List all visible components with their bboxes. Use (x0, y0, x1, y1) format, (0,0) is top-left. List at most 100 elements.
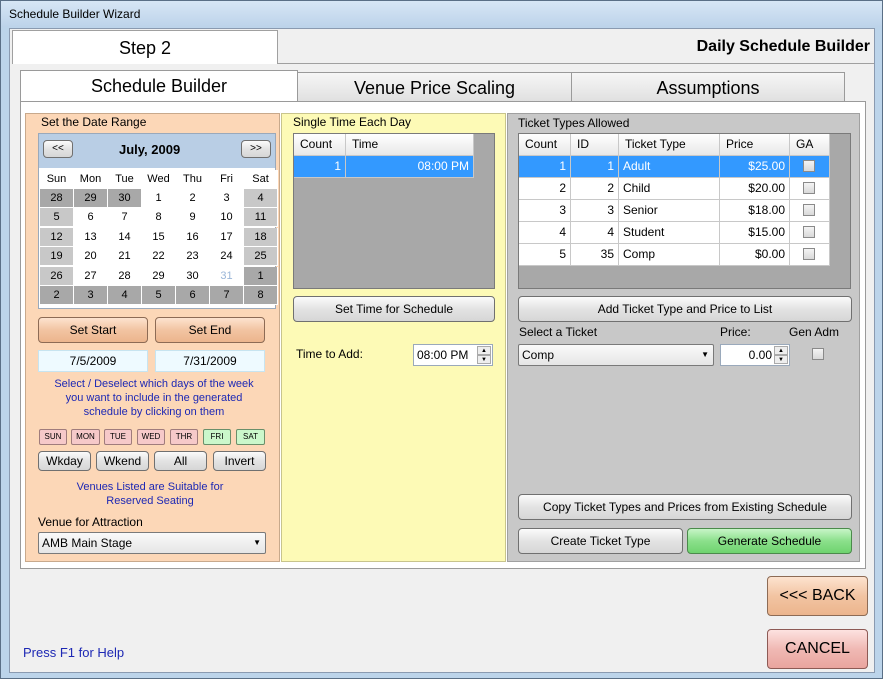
calendar-day[interactable]: 29 (142, 266, 176, 286)
calendar-day[interactable]: 28 (108, 266, 142, 286)
ga-checkbox[interactable] (803, 182, 815, 194)
add-ticket-button[interactable]: Add Ticket Type and Price to List (518, 296, 852, 322)
create-ticket-type-button[interactable]: Create Ticket Type (518, 528, 683, 554)
day-toggle-wed[interactable]: WED (137, 429, 165, 445)
calendar-day[interactable]: 8 (244, 286, 278, 305)
calendar-day[interactable]: 6 (74, 208, 108, 228)
ticket-cell-type[interactable]: Child (619, 178, 720, 200)
set-end-button[interactable]: Set End (155, 317, 265, 343)
calendar-day[interactable]: 4 (108, 286, 142, 305)
ticket-cell-id[interactable]: 3 (571, 200, 619, 222)
day-toggle-sun[interactable]: SUN (39, 429, 67, 445)
calendar-day[interactable]: 25 (244, 247, 278, 267)
spin-down-icon[interactable]: ▼ (477, 355, 491, 364)
calendar-day[interactable]: 27 (74, 266, 108, 286)
calendar-day[interactable]: 10 (210, 208, 244, 228)
day-toggle-thr[interactable]: THR (170, 429, 198, 445)
end-date-field[interactable]: 7/31/2009 (155, 350, 265, 372)
times-cell-time[interactable]: 08:00 PM (346, 156, 474, 178)
price-input[interactable]: 0.00 ▲ ▼ (720, 344, 790, 366)
ticket-cell-price[interactable]: $20.00 (720, 178, 790, 200)
calendar-day[interactable]: 12 (40, 227, 74, 247)
set-time-button[interactable]: Set Time for Schedule (293, 296, 495, 322)
times-cell-count[interactable]: 1 (294, 156, 346, 178)
gen-adm-checkbox[interactable] (812, 348, 824, 360)
ticket-cell-type[interactable]: Senior (619, 200, 720, 222)
spin-down-icon[interactable]: ▼ (774, 355, 788, 364)
calendar-day[interactable]: 14 (108, 227, 142, 247)
time-to-add-input[interactable]: 08:00 PM ▲ ▼ (413, 344, 493, 366)
generate-schedule-button[interactable]: Generate Schedule (687, 528, 852, 554)
ticket-cell-type[interactable]: Comp (619, 244, 720, 266)
calendar-day[interactable]: 9 (176, 208, 210, 228)
start-date-field[interactable]: 7/5/2009 (38, 350, 148, 372)
prev-month-button[interactable]: << (43, 140, 73, 158)
invert-days-button[interactable]: Invert (213, 451, 266, 471)
day-toggle-tue[interactable]: TUE (104, 429, 132, 445)
calendar-day[interactable]: 5 (40, 208, 74, 228)
ga-checkbox[interactable] (803, 204, 815, 216)
calendar-day[interactable]: 3 (210, 189, 244, 208)
ticket-cell-type[interactable]: Adult (619, 156, 720, 178)
ga-checkbox[interactable] (803, 160, 815, 172)
calendar-day[interactable]: 19 (40, 247, 74, 267)
calendar-day[interactable]: 8 (142, 208, 176, 228)
calendar-day[interactable]: 4 (244, 189, 278, 208)
ticket-cell-id[interactable]: 4 (571, 222, 619, 244)
calendar-day[interactable]: 7 (108, 208, 142, 228)
title-bar[interactable]: Schedule Builder Wizard (1, 1, 882, 27)
set-start-button[interactable]: Set Start (38, 317, 148, 343)
calendar-day[interactable]: 2 (40, 286, 74, 305)
calendar-day[interactable]: 2 (176, 189, 210, 208)
calendar-day[interactable]: 16 (176, 227, 210, 247)
calendar-day[interactable]: 17 (210, 227, 244, 247)
cancel-button[interactable]: CANCEL (767, 629, 868, 669)
ticket-cell-price[interactable]: $15.00 (720, 222, 790, 244)
calendar-day[interactable]: 15 (142, 227, 176, 247)
ticket-select[interactable]: Comp ▼ (518, 344, 714, 366)
back-button[interactable]: <<< BACK (767, 576, 868, 616)
tab-venue-price-scaling[interactable]: Venue Price Scaling (297, 72, 572, 104)
ticket-cell-count[interactable]: 1 (519, 156, 571, 178)
spin-up-icon[interactable]: ▲ (477, 346, 491, 355)
ticket-cell-type[interactable]: Student (619, 222, 720, 244)
spin-up-icon[interactable]: ▲ (774, 346, 788, 355)
calendar-day[interactable]: 18 (244, 227, 278, 247)
ticket-cell-id[interactable]: 35 (571, 244, 619, 266)
calendar-day[interactable]: 1 (142, 189, 176, 208)
calendar-day[interactable]: 21 (108, 247, 142, 267)
all-days-button[interactable]: All (154, 451, 207, 471)
calendar-day[interactable]: 30 (108, 189, 142, 208)
calendar-day[interactable]: 5 (142, 286, 176, 305)
calendar-day[interactable]: 23 (176, 247, 210, 267)
calendar-day[interactable]: 24 (210, 247, 244, 267)
venue-select[interactable]: AMB Main Stage ▼ (38, 532, 266, 554)
ga-checkbox[interactable] (803, 226, 815, 238)
copy-tickets-button[interactable]: Copy Ticket Types and Prices from Existi… (518, 494, 852, 520)
calendar-day[interactable]: 28 (40, 189, 74, 208)
day-toggle-fri[interactable]: FRI (203, 429, 231, 445)
day-toggle-mon[interactable]: MON (71, 429, 100, 445)
ticket-cell-count[interactable]: 2 (519, 178, 571, 200)
weekend-button[interactable]: Wkend (96, 451, 149, 471)
tab-assumptions[interactable]: Assumptions (571, 72, 845, 104)
ticket-cell-price[interactable]: $25.00 (720, 156, 790, 178)
calendar-day[interactable]: 30 (176, 266, 210, 286)
calendar-day[interactable]: 22 (142, 247, 176, 267)
calendar-day[interactable]: 29 (74, 189, 108, 208)
calendar-day[interactable]: 7 (210, 286, 244, 305)
calendar-day[interactable]: 1 (244, 266, 278, 286)
day-toggle-sat[interactable]: SAT (236, 429, 265, 445)
calendar-day[interactable]: 6 (176, 286, 210, 305)
ticket-cell-count[interactable]: 4 (519, 222, 571, 244)
next-month-button[interactable]: >> (241, 140, 271, 158)
calendar-day[interactable]: 3 (74, 286, 108, 305)
weekday-button[interactable]: Wkday (38, 451, 91, 471)
ticket-cell-count[interactable]: 3 (519, 200, 571, 222)
ticket-cell-price[interactable]: $18.00 (720, 200, 790, 222)
ga-checkbox[interactable] (803, 248, 815, 260)
calendar-day[interactable]: 13 (74, 227, 108, 247)
ticket-cell-id[interactable]: 2 (571, 178, 619, 200)
calendar-day[interactable]: 26 (40, 266, 74, 286)
ticket-cell-count[interactable]: 5 (519, 244, 571, 266)
